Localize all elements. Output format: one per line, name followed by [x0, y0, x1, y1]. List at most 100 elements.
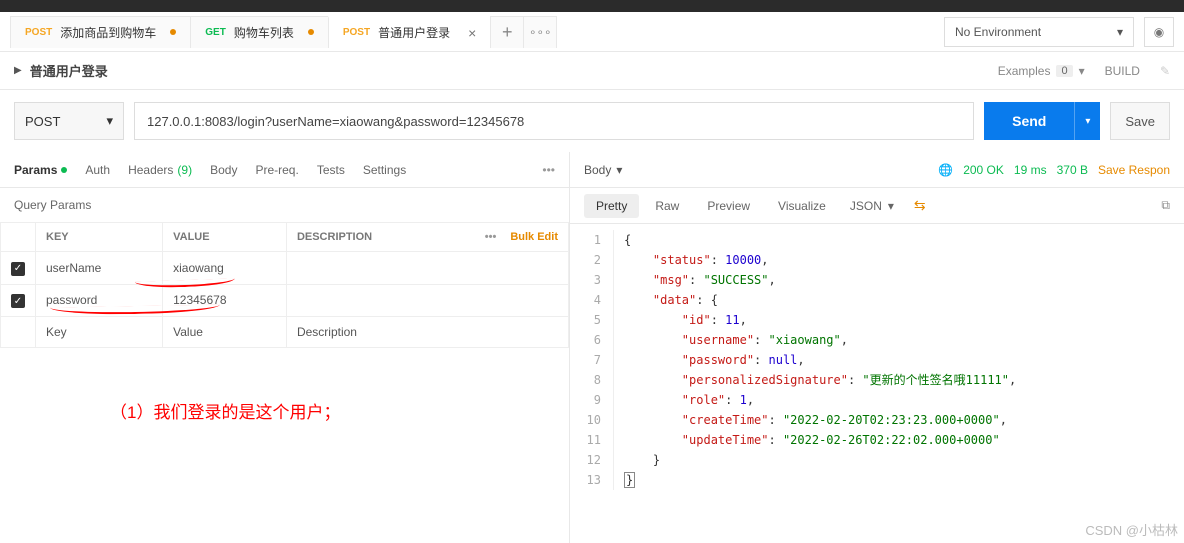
table-row[interactable]: ✓ userName xiaowang [1, 252, 569, 285]
line-number: 10 [570, 410, 614, 430]
examples-button[interactable]: Examples 0 ▾ [998, 64, 1085, 78]
code-content: "id": 11, [624, 310, 747, 330]
line-number: 2 [570, 250, 614, 270]
checkbox-icon[interactable]: ✓ [11, 262, 25, 276]
line-number: 4 [570, 290, 614, 310]
method-label: POST [25, 114, 60, 129]
checkbox-icon[interactable]: ✓ [11, 294, 25, 308]
environment-area: No Environment ▾ ◉ [934, 12, 1184, 51]
request-tab[interactable]: GET购物车列表 [190, 16, 329, 48]
request-tab[interactable]: POST 普通用户登录 × [328, 16, 491, 48]
code-content: "personalizedSignature": "更新的个性签名哦11111"… [624, 370, 1016, 390]
tab-prereq[interactable]: Pre-req. [255, 163, 298, 177]
chevron-down-icon: ▾ [1079, 64, 1085, 78]
table-row-new[interactable]: Key Value Description [1, 317, 569, 348]
request-tab[interactable]: POST 添加商品到购物车 [10, 16, 191, 48]
view-preview[interactable]: Preview [695, 194, 762, 218]
code-line: 2 "status": 10000, [570, 250, 1184, 270]
view-pretty[interactable]: Pretty [584, 194, 639, 218]
view-raw[interactable]: Raw [643, 194, 691, 218]
code-line: 4 "data": { [570, 290, 1184, 310]
method-badge: POST [25, 27, 52, 38]
chevron-down-icon: ▾ [616, 163, 622, 177]
code-line: 9 "role": 1, [570, 390, 1184, 410]
unsaved-dot [170, 29, 176, 35]
examples-count: 0 [1056, 65, 1072, 77]
environment-select[interactable]: No Environment ▾ [944, 17, 1134, 47]
code-content: } [624, 450, 660, 470]
param-key[interactable]: userName [36, 252, 163, 285]
chevron-down-icon: ▾ [888, 199, 894, 213]
tab-label: 添加商品到购物车 [60, 24, 156, 41]
code-line: 3 "msg": "SUCCESS", [570, 270, 1184, 290]
code-line: 12 } [570, 450, 1184, 470]
more-icon[interactable]: ••• [542, 163, 555, 177]
header-row: POST 添加商品到购物车 GET购物车列表 POST 普通用户登录 × +∘∘∘ No E… [0, 12, 1184, 52]
response-pane: Body ▾ 🌐 200 OK 19 ms 370 B Save Respon … [570, 152, 1184, 543]
code-content: "updateTime": "2022-02-26T02:22:02.000+0… [624, 430, 1000, 450]
close-icon[interactable]: × [468, 25, 476, 41]
more-icon[interactable]: ••• [485, 231, 497, 243]
query-params-header: Query Params [0, 188, 569, 222]
code-content: "role": 1, [624, 390, 754, 410]
code-line: 11 "updateTime": "2022-02-26T02:22:02.00… [570, 430, 1184, 450]
build-button[interactable]: BUILD [1105, 64, 1140, 78]
new-tab-button[interactable]: + [490, 16, 524, 48]
code-content: "status": 10000, [624, 250, 769, 270]
line-number: 11 [570, 430, 614, 450]
response-body-tab[interactable]: Body ▾ [584, 163, 622, 177]
tab-settings[interactable]: Settings [363, 163, 406, 177]
code-content: { [624, 230, 631, 250]
code-line: 6 "username": "xiaowang", [570, 330, 1184, 350]
param-desc[interactable] [286, 284, 568, 317]
query-params-title: Query Params [14, 198, 91, 212]
globe-icon[interactable]: 🌐 [938, 163, 953, 177]
bulk-edit-link[interactable]: Bulk Edit [510, 231, 558, 243]
url-input[interactable] [134, 102, 974, 140]
view-visualize[interactable]: Visualize [766, 194, 838, 218]
wrap-lines-icon[interactable]: ⇆ [914, 197, 926, 214]
send-dropdown[interactable]: ▾ [1074, 102, 1100, 140]
code-line: 13} [570, 470, 1184, 490]
tab-params[interactable]: Params [14, 163, 67, 177]
preview-environment-button[interactable]: ◉ [1144, 17, 1174, 47]
collapse-icon[interactable]: ▶ [14, 65, 22, 76]
save-button[interactable]: Save [1110, 102, 1170, 140]
line-number: 5 [570, 310, 614, 330]
send-button[interactable]: Send [984, 102, 1074, 140]
main-split: Params Auth Headers (9) Body Pre-req. Te… [0, 152, 1184, 543]
edit-icon[interactable]: ✎ [1160, 64, 1170, 78]
line-number: 7 [570, 350, 614, 370]
eye-icon: ◉ [1154, 25, 1164, 39]
line-number: 13 [570, 470, 614, 490]
save-response-link[interactable]: Save Respon [1098, 163, 1170, 177]
method-select[interactable]: POST ▾ [14, 102, 124, 140]
tab-auth[interactable]: Auth [85, 163, 110, 177]
code-content: "msg": "SUCCESS", [624, 270, 776, 290]
response-code[interactable]: 1 {2 "status": 10000,3 "msg": "SUCCESS",4… [570, 224, 1184, 496]
copy-icon[interactable]: ⧉ [1161, 198, 1170, 213]
tab-tests[interactable]: Tests [317, 163, 345, 177]
param-value-placeholder[interactable]: Value [163, 317, 287, 348]
request-tabs: Params Auth Headers (9) Body Pre-req. Te… [0, 152, 569, 188]
format-select[interactable]: JSON ▾ [842, 199, 902, 213]
col-value: VALUE [163, 223, 287, 252]
param-key-placeholder[interactable]: Key [36, 317, 163, 348]
examples-label: Examples [998, 64, 1051, 78]
request-title: 普通用户登录 [30, 61, 108, 80]
headers-count: (9) [177, 163, 192, 177]
param-desc[interactable] [286, 252, 568, 285]
request-title-row: ▶ 普通用户登录 Examples 0 ▾ BUILD ✎ [0, 52, 1184, 90]
tab-body[interactable]: Body [210, 163, 237, 177]
tab-label: 普通用户登录 [378, 24, 450, 41]
param-desc-placeholder[interactable]: Description [286, 317, 568, 348]
response-time: 19 ms [1014, 163, 1047, 177]
method-badge: POST [343, 27, 370, 38]
line-number: 1 [570, 230, 614, 250]
tab-headers[interactable]: Headers (9) [128, 163, 192, 177]
code-content: "data": { [624, 290, 718, 310]
code-content: } [624, 470, 635, 490]
code-content: "password": null, [624, 350, 805, 370]
environment-label: No Environment [955, 25, 1041, 39]
tabs-overflow-button[interactable]: ∘∘∘ [523, 16, 557, 48]
